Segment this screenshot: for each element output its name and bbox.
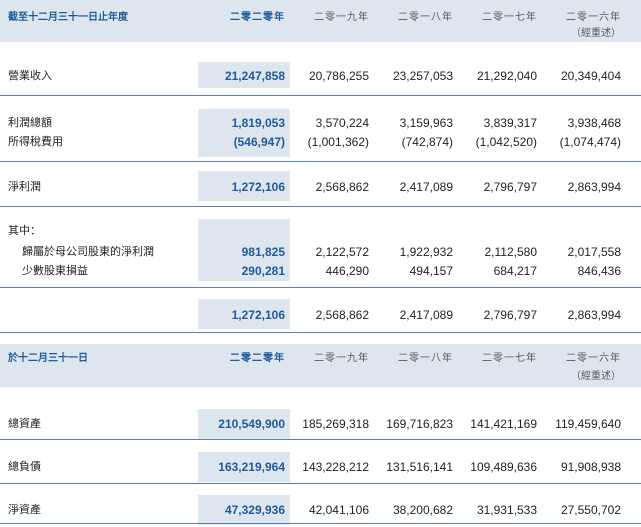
value-cell: (546,947) [233, 135, 285, 149]
value-cell: 2,417,089 [399, 180, 453, 194]
row-label: 所得稅費用 [8, 135, 63, 148]
value-cell: 2,122,572 [315, 245, 369, 259]
year-header: 二零一八年 [398, 12, 453, 23]
row-label: 淨利潤 [8, 180, 41, 193]
divider [0, 523, 641, 524]
restated-note: （經重述） [571, 28, 621, 39]
value-cell: 2,863,994 [567, 308, 621, 322]
value-cell: 210,549,900 [218, 417, 285, 431]
year-header: 二零一七年 [482, 12, 537, 23]
row-label: 少數股東損益 [22, 264, 88, 277]
year-header: 二零一六年 [566, 353, 621, 364]
value-cell: 2,863,994 [567, 180, 621, 194]
value-cell: (1,042,520) [475, 135, 537, 149]
value-cell: 42,041,106 [308, 503, 369, 517]
divider [0, 206, 641, 207]
row-label: 總負債 [8, 460, 41, 473]
value-cell: 1,272,106 [231, 180, 285, 194]
value-cell: 109,489,636 [470, 460, 537, 474]
value-cell: 2,017,558 [567, 245, 621, 259]
value-cell: 1,922,932 [399, 245, 453, 259]
value-cell: 3,159,963 [399, 116, 453, 130]
row-label: 營業收入 [8, 69, 52, 82]
year-header: 二零二零年 [230, 12, 285, 23]
value-cell: 2,796,797 [483, 308, 537, 322]
divider [0, 483, 641, 484]
divider [0, 332, 641, 333]
value-cell: 21,292,040 [476, 69, 537, 83]
value-cell: 31,931,533 [476, 503, 537, 517]
value-cell: (1,074,474) [559, 135, 621, 149]
value-cell: 20,349,404 [560, 69, 621, 83]
value-cell: 2,112,580 [484, 245, 538, 259]
value-cell: 143,228,212 [302, 460, 369, 474]
divider [0, 161, 641, 162]
value-cell: 91,908,938 [560, 460, 621, 474]
value-cell: 20,786,255 [308, 69, 369, 83]
value-cell: 2,796,797 [483, 180, 537, 194]
value-cell: (742,874) [401, 135, 453, 149]
value-cell: 3,938,468 [567, 116, 621, 130]
value-cell: 1,819,053 [231, 116, 285, 130]
year-header: 二零一八年 [398, 353, 453, 364]
value-cell: 846,436 [577, 264, 621, 278]
value-cell: 2,417,089 [399, 308, 453, 322]
row-label: 其中： [8, 224, 41, 237]
year-header: 二零一九年 [314, 353, 369, 364]
value-cell: 23,257,053 [392, 69, 453, 83]
divider [0, 287, 641, 288]
section-title-income: 截至十二月三十一日止年度 [8, 12, 128, 23]
row-label: 歸屬於母公司股東的淨利潤 [22, 245, 154, 258]
value-cell: 169,716,823 [386, 417, 453, 431]
value-cell: 3,839,317 [483, 116, 537, 130]
value-cell: 684,217 [493, 264, 537, 278]
value-cell: 185,269,318 [302, 417, 369, 431]
value-cell: 38,200,682 [392, 503, 453, 517]
value-cell: (1,001,362) [307, 135, 369, 149]
divider [0, 95, 641, 96]
value-cell: 21,247,858 [224, 69, 285, 83]
value-cell: 47,329,936 [224, 503, 285, 517]
year-header: 二零二零年 [230, 353, 285, 364]
value-cell: 3,570,224 [315, 116, 369, 130]
value-cell: 2,568,862 [315, 308, 369, 322]
value-cell: 27,550,702 [560, 503, 621, 517]
value-cell: 163,219,964 [218, 460, 285, 474]
value-cell: 494,157 [409, 264, 453, 278]
divider [0, 439, 641, 440]
value-cell: 981,825 [241, 245, 285, 259]
row-label: 淨資產 [8, 503, 41, 516]
year-header: 二零一九年 [314, 12, 369, 23]
value-cell: 290,281 [241, 264, 285, 278]
value-cell: 1,272,106 [231, 308, 285, 322]
value-cell: 131,516,141 [386, 460, 453, 474]
year-header: 二零一七年 [482, 353, 537, 364]
year-header: 二零一六年 [566, 12, 621, 23]
section-title-balance: 於十二月三十一日 [8, 353, 88, 364]
value-cell: 119,459,640 [555, 417, 621, 431]
value-cell: 446,290 [325, 264, 369, 278]
value-cell: 2,568,862 [315, 180, 369, 194]
restated-note: （經重述） [571, 371, 621, 382]
row-label: 利潤總額 [8, 116, 52, 129]
row-label: 總資產 [8, 417, 41, 430]
value-cell: 141,421,169 [470, 417, 537, 431]
